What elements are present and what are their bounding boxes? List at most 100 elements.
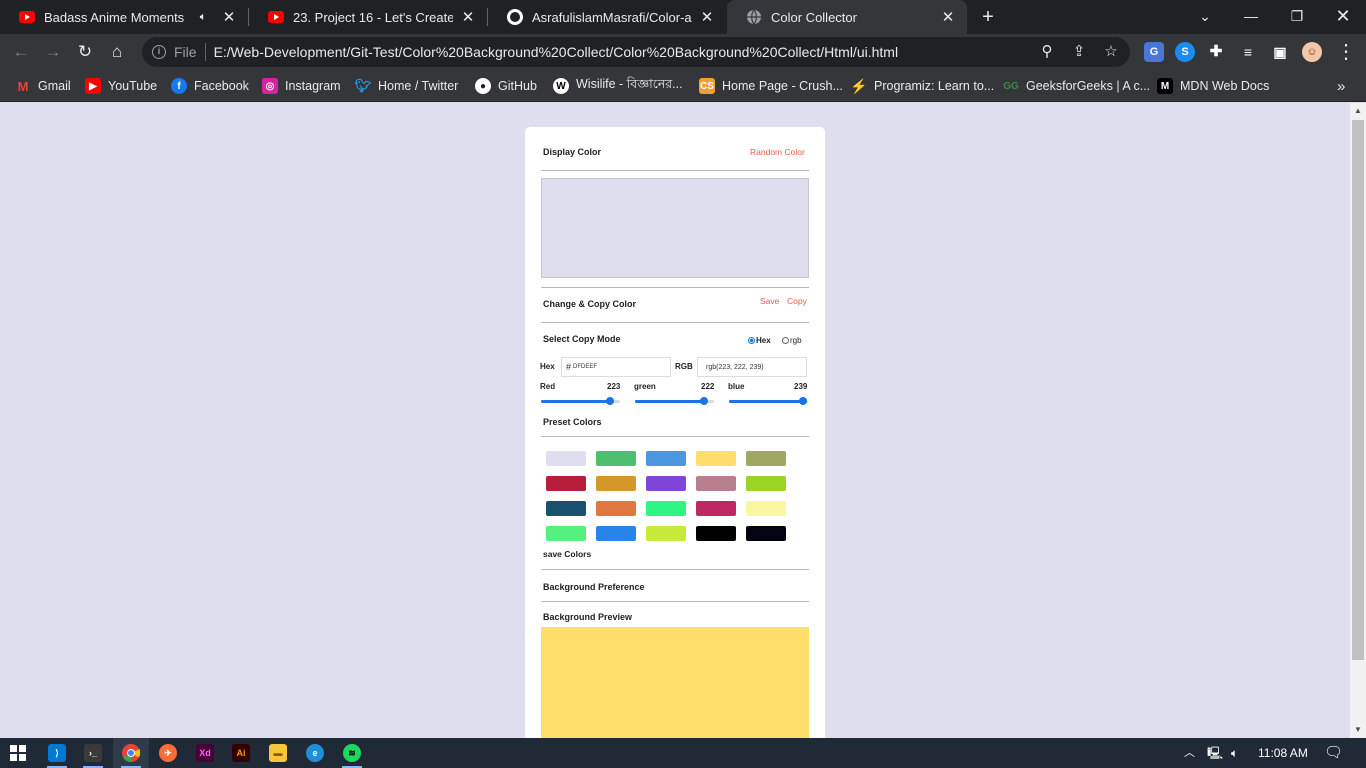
divider [541,170,809,171]
scroll-down-arrow-icon[interactable]: ▼ [1350,722,1366,738]
preset-swatch[interactable] [596,501,636,516]
red-slider[interactable] [541,397,620,405]
back-arrow-icon[interactable]: ← [9,40,33,64]
preset-swatch[interactable] [646,526,686,541]
shazam-icon[interactable]: S [1175,42,1195,62]
bookmark-mdn[interactable]: M MDN Web Docs [1157,76,1269,96]
preset-swatch[interactable] [546,476,586,491]
browser-toolbar: ← → ↻ ⌂ i File E:/Web-Development/Git-Te… [0,34,1366,70]
extensions-puzzle-icon[interactable]: ✚ [1206,42,1226,62]
hex-mode-radio[interactable] [748,337,755,344]
preset-swatch[interactable] [646,451,686,466]
preset-swatch[interactable] [696,501,736,516]
green-slider[interactable] [635,397,714,405]
google-translate-icon[interactable]: G [1144,42,1164,62]
bookmark-programiz[interactable]: ⚡ Programiz: Learn to... [850,76,994,96]
tray-overflow-chevron-icon[interactable]: ︿ [1184,738,1195,768]
bookmark-facebook[interactable]: f Facebook [171,76,249,96]
profile-avatar[interactable]: ☺ [1302,42,1322,62]
preset-swatch[interactable] [596,526,636,541]
copy-button[interactable]: Copy [787,296,807,306]
scrollbar-thumb[interactable] [1352,120,1364,660]
scroll-up-arrow-icon[interactable]: ▲ [1350,103,1366,119]
close-icon[interactable]: ✕ [459,8,477,26]
preset-swatch[interactable] [546,451,586,466]
info-icon[interactable]: i [152,45,166,59]
rgb-mode-label: rgb [790,336,802,345]
preset-swatch[interactable] [546,526,586,541]
bookmarks-overflow-icon[interactable]: » [1337,76,1345,96]
windows-start-icon[interactable] [0,738,36,768]
illustrator-icon[interactable]: Ai [223,738,259,768]
vertical-scrollbar[interactable]: ▲ ▼ [1350,103,1366,738]
bookmark-wisilife[interactable]: W Wisilife - বিজ্ঞানের... [553,76,683,96]
reading-list-icon[interactable]: ≡ [1238,42,1258,62]
bookmark-crush[interactable]: CS Home Page - Crush... [699,76,843,96]
restore-button[interactable]: ❐ [1274,0,1320,34]
speaker-icon[interactable]: 🔈︎ [194,8,212,26]
close-icon[interactable]: ✕ [220,8,238,26]
preset-swatch[interactable] [596,451,636,466]
preset-swatch[interactable] [696,526,736,541]
tab-badass-anime[interactable]: Badass Anime Moments | TikTok 🔈︎ ✕ [0,0,248,34]
bookmark-gmail[interactable]: M Gmail [15,76,71,96]
close-icon[interactable]: ✕ [698,8,716,26]
preset-swatch[interactable] [746,451,786,466]
rgb-mode-radio[interactable] [782,337,789,344]
preset-swatch[interactable] [596,476,636,491]
slider-knob[interactable] [799,397,808,405]
chrome-icon[interactable] [113,738,149,768]
tab-project-16[interactable]: 23. Project 16 - Let's Create A Random C… [249,0,487,34]
side-panel-icon[interactable]: ▣ [1270,42,1290,62]
rgb-input[interactable]: rgb(223, 222, 239) [697,357,807,377]
bookmark-instagram[interactable]: ◎ Instagram [262,76,341,96]
postman-icon[interactable]: ✈ [150,738,186,768]
forward-arrow-icon[interactable]: → [41,40,65,64]
preset-swatch[interactable] [696,476,736,491]
home-icon[interactable]: ⌂ [105,40,129,64]
preset-swatch[interactable] [746,526,786,541]
blue-slider[interactable] [729,397,808,405]
network-icon[interactable]: 🖳︎ [1207,738,1223,768]
terminal-icon[interactable]: ›_ [75,738,111,768]
change-copy-label: Change & Copy Color [543,299,637,309]
edge-icon[interactable]: e [297,738,333,768]
save-button[interactable]: Save [760,296,779,306]
preset-swatch[interactable] [546,501,586,516]
bookmark-twitter[interactable]: 🐦︎ Home / Twitter [355,76,459,96]
adobe-xd-icon[interactable]: Xd [187,738,223,768]
slider-knob[interactable] [606,397,615,405]
bookmark-star-icon[interactable]: ☆ [1100,41,1122,63]
bookmark-github[interactable]: ● GitHub [475,76,537,96]
new-tab-button[interactable]: + [976,5,1000,29]
bookmark-geeksforgeeks[interactable]: GG GeeksforGeeks | A c... [1003,76,1150,96]
close-icon[interactable]: ✕ [939,8,957,26]
notifications-icon[interactable]: 🗨︎ [1324,738,1343,768]
hex-input[interactable]: # DFDEEF [561,357,671,377]
volume-icon[interactable]: 🔈︎ [1231,738,1238,768]
tab-github-repo[interactable]: AsrafulislamMasrafi/Color-and-background… [488,0,726,34]
file-explorer-icon[interactable]: ▬ [260,738,296,768]
address-bar[interactable]: i File E:/Web-Development/Git-Test/Color… [142,37,1130,67]
preset-swatch[interactable] [746,501,786,516]
random-color-button[interactable]: Random Color [750,147,805,157]
preset-swatch[interactable] [696,451,736,466]
spotify-icon[interactable]: ≋ [334,738,370,768]
bookmark-youtube[interactable]: ▶ YouTube [85,76,157,96]
zoom-icon[interactable]: ⚲ [1036,41,1058,63]
minimize-button[interactable]: — [1228,0,1274,34]
tab-color-collector[interactable]: Color Collector ✕ [727,0,967,34]
reload-icon[interactable]: ↻ [73,40,97,64]
vscode-icon[interactable]: ⟩ [39,738,75,768]
tab-search-chevron-icon[interactable]: ⌄ [1182,0,1228,34]
clock-time[interactable]: 11:08 AM [1258,738,1308,768]
preset-swatch[interactable] [646,501,686,516]
share-icon[interactable]: ⇪ [1068,41,1090,63]
menu-kebab-icon[interactable]: ⋮ [1334,40,1358,64]
preset-swatch[interactable] [746,476,786,491]
close-window-button[interactable]: ✕ [1320,0,1366,34]
tab-title: Badass Anime Moments | TikTok [44,9,188,25]
slider-knob[interactable] [699,397,708,405]
url-text[interactable]: E:/Web-Development/Git-Test/Color%20Back… [214,44,899,60]
preset-swatch[interactable] [646,476,686,491]
